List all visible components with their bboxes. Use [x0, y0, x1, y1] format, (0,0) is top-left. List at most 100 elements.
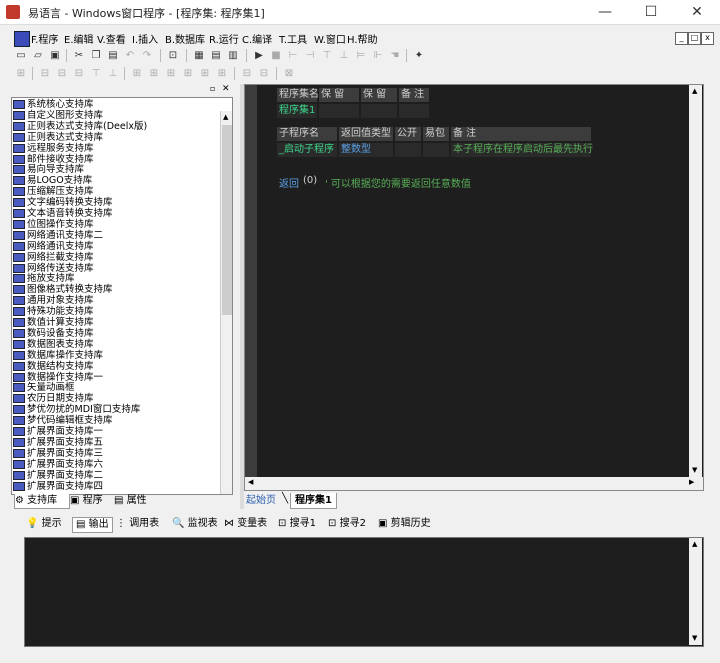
layout-icon[interactable]: ▦	[192, 49, 206, 62]
library-item[interactable]: 压缩解压支持库	[13, 186, 94, 197]
save-icon[interactable]: ▣	[48, 49, 62, 62]
library-item[interactable]: 扩展界面支持库一	[13, 426, 103, 437]
align-center-icon[interactable]: ⊟	[55, 67, 69, 80]
layout-2-icon[interactable]: ▤	[209, 49, 223, 62]
copy-icon[interactable]: ❐	[89, 49, 103, 62]
book-icon[interactable]: ✦	[412, 49, 426, 62]
redo-icon[interactable]: ↷	[140, 49, 154, 62]
assembly-reserved2-cell[interactable]	[361, 104, 397, 118]
tab-program[interactable]: ▣ 程序	[70, 494, 103, 508]
sub-name-cell[interactable]: _启动子程序	[277, 143, 337, 157]
scroll-down-icon[interactable]: ▼	[223, 494, 228, 495]
align-grid-icon[interactable]: ⊞	[14, 67, 28, 80]
library-item[interactable]: 网络拦截支持库	[13, 252, 94, 263]
code-editor[interactable]: 程序集名 保 留 保 留 备 注 程序集1 子程序名 返回值类型 公开 易包 备…	[244, 84, 704, 491]
library-item[interactable]: 数值计算支持库	[13, 317, 94, 328]
tab-hint[interactable]: 💡 提示	[26, 517, 62, 531]
order-back-icon[interactable]: ⊟	[257, 67, 271, 80]
tab-watch[interactable]: 🔍 监视表	[172, 517, 218, 531]
assembly-name-cell[interactable]: 程序集1	[277, 104, 317, 118]
scroll-right-icon[interactable]: ▶	[689, 478, 694, 486]
hand-icon[interactable]: ☚	[388, 49, 402, 62]
library-item[interactable]: 位图操作支持库	[13, 219, 94, 230]
library-item[interactable]: 数码设备支持库	[13, 328, 94, 339]
library-scrollbar[interactable]: ▲ ▼	[220, 111, 232, 495]
library-item[interactable]: 扩展界面支持库二	[13, 470, 103, 481]
maximize-button[interactable]: ☐	[628, 0, 674, 24]
same-width-icon[interactable]: ⊞	[130, 67, 144, 80]
library-item[interactable]: 扩展界面支持库五	[13, 437, 103, 448]
order-front-icon[interactable]: ⊟	[240, 67, 254, 80]
scroll-down-icon[interactable]: ▼	[692, 466, 697, 474]
tab-support-libs[interactable]: ⚙ 支持库	[14, 494, 70, 509]
menu-compile[interactable]: C.编译	[242, 31, 272, 46]
align-right-icon[interactable]: ⊟	[72, 67, 86, 80]
library-item[interactable]: 特殊功能支持库	[13, 306, 94, 317]
library-item[interactable]: 正则表达式支持库	[13, 132, 103, 143]
library-item[interactable]: 矢量动画框	[13, 382, 75, 393]
undo-icon[interactable]: ↶	[123, 49, 137, 62]
tab-search1[interactable]: ⊡ 搜寻1	[278, 517, 316, 531]
library-item[interactable]: 农历日期支持库	[13, 393, 94, 404]
tab-clip-history[interactable]: ▣ 剪辑历史	[378, 517, 431, 531]
library-item[interactable]: 数据结构支持库	[13, 361, 94, 372]
breakpoint-icon[interactable]: ⊩	[371, 49, 385, 62]
paste-icon[interactable]: ▤	[106, 49, 120, 62]
editor-vscrollbar[interactable]: ▲ ▼	[689, 85, 702, 477]
same-height-icon[interactable]: ⊞	[147, 67, 161, 80]
align-top-icon[interactable]: ⊤	[89, 67, 103, 80]
library-item[interactable]: 远程服务支持库	[13, 143, 94, 154]
menu-edit[interactable]: E.编辑	[64, 31, 94, 46]
scroll-up-icon[interactable]: ▲	[223, 113, 228, 121]
library-item[interactable]: 通用对象支持库	[13, 295, 94, 306]
lock-icon[interactable]: ⊠	[282, 67, 296, 80]
align-left-icon[interactable]: ⊟	[38, 67, 52, 80]
scroll-thumb[interactable]	[222, 125, 232, 315]
library-item[interactable]: 易LOGO支持库	[13, 175, 92, 186]
tab-properties[interactable]: ▤ 属性	[114, 494, 147, 508]
library-item[interactable]: 易向导支持库	[13, 164, 84, 175]
menu-tools[interactable]: T.工具	[279, 31, 307, 46]
scroll-down-icon[interactable]: ▼	[692, 634, 697, 642]
library-item[interactable]: 邮件接收支持库	[13, 154, 94, 165]
menu-help[interactable]: H.帮助	[347, 31, 378, 46]
sub-public-cell[interactable]	[395, 143, 421, 157]
new-file-icon[interactable]: ▭	[14, 49, 28, 62]
cut-icon[interactable]: ✂	[72, 49, 86, 62]
library-item[interactable]: 网络传送支持库	[13, 263, 94, 274]
scroll-left-icon[interactable]: ◀	[248, 478, 253, 486]
library-item[interactable]: 数据操作支持库一	[13, 372, 103, 383]
mdi-minimize-button[interactable]: _	[675, 32, 688, 45]
sub-return-type-cell[interactable]: 整数型	[339, 143, 393, 157]
step-out-icon[interactable]: ⊥	[337, 49, 351, 62]
mdi-restore-button[interactable]: □	[688, 32, 701, 45]
tab-start-page[interactable]: 起始页	[246, 493, 276, 508]
library-item[interactable]: 梦优勿扰的MDI窗口支持库	[13, 404, 140, 415]
library-item[interactable]: 系统核心支持库	[13, 99, 94, 110]
menu-database[interactable]: B.数据库	[165, 31, 205, 46]
tab-assembly1[interactable]: 程序集1	[290, 493, 337, 509]
menu-run[interactable]: R.运行	[209, 31, 239, 46]
find-icon[interactable]: ⊡	[166, 49, 180, 62]
sub-epkg-cell[interactable]	[423, 143, 449, 157]
layout-3-icon[interactable]: ▥	[226, 49, 240, 62]
tab-variables[interactable]: ⋈ 变量表	[224, 517, 267, 531]
close-button[interactable]: ✕	[674, 0, 720, 24]
assembly-note-cell[interactable]	[399, 104, 429, 118]
run-icon[interactable]: ▶	[252, 49, 266, 62]
menu-insert[interactable]: I.插入	[132, 31, 158, 46]
code-comment[interactable]: ' 可以根据您的需要返回任意数值	[325, 175, 471, 190]
tab-call-table[interactable]: ⋮ 调用表	[116, 517, 159, 531]
center-h-icon[interactable]: ⊞	[215, 67, 229, 80]
output-area[interactable]: ▲ ▼	[24, 537, 704, 647]
output-scrollbar[interactable]: ▲ ▼	[689, 538, 702, 645]
library-item[interactable]: 正则表达式支持库(Deelx版)	[13, 121, 147, 132]
library-item[interactable]: 数据图表支持库	[13, 339, 94, 350]
library-item[interactable]: 网络通讯支持库二	[13, 230, 103, 241]
minimize-button[interactable]: —	[582, 0, 628, 24]
library-item[interactable]: 文本语音转换支持库	[13, 208, 113, 219]
tab-output[interactable]: ▤ 输出	[72, 517, 113, 533]
align-bottom-icon[interactable]: ⊥	[106, 67, 120, 80]
mdi-close-button[interactable]: x	[701, 32, 714, 45]
same-size-icon[interactable]: ⊞	[164, 67, 178, 80]
